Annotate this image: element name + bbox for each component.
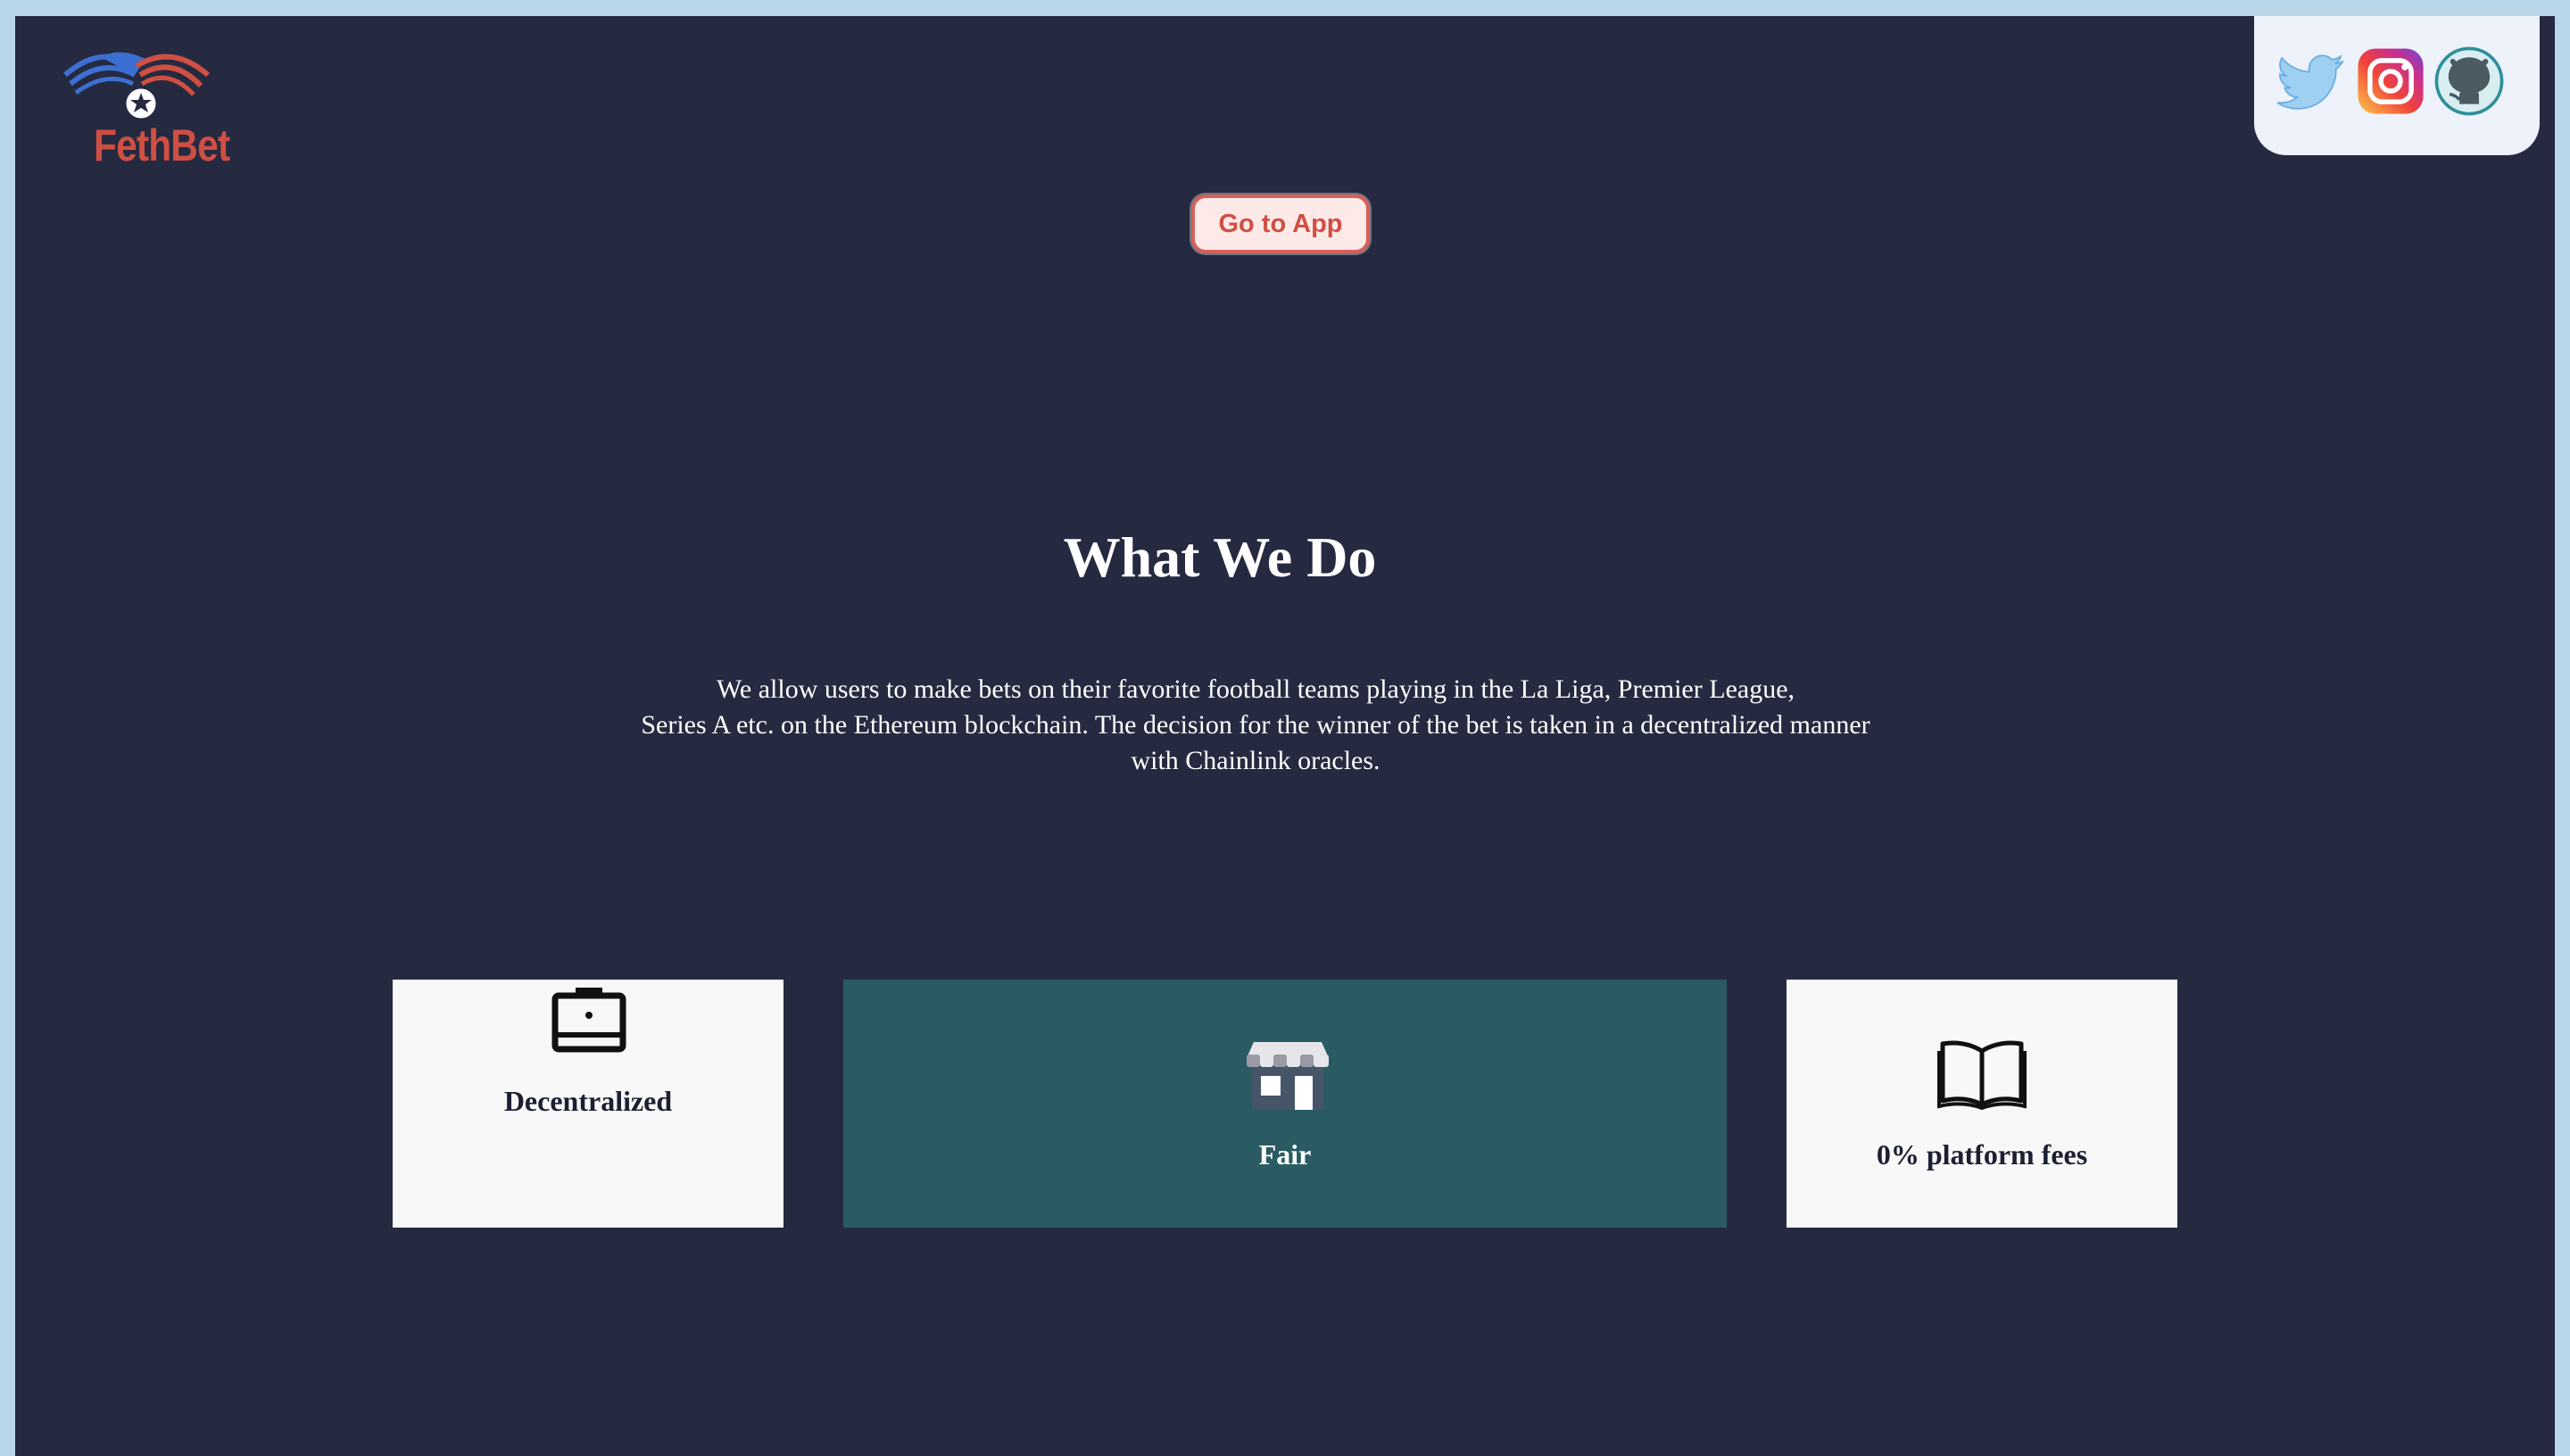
feature-label: Decentralized bbox=[503, 1085, 673, 1117]
section-description: We allow users to make bets on their fav… bbox=[568, 672, 1943, 779]
instagram-icon bbox=[2358, 48, 2424, 114]
storefront-icon bbox=[1247, 1042, 1329, 1110]
open-book-icon bbox=[1937, 1040, 2027, 1110]
feature-label: Fair bbox=[1258, 1138, 1312, 1171]
github-icon bbox=[2434, 46, 2504, 116]
feature-card-fair: Fair bbox=[843, 980, 1727, 1228]
description-line: We allow users to make bets on their fav… bbox=[716, 674, 1795, 704]
feature-label: 0% platform fees bbox=[1876, 1138, 2088, 1171]
feature-card-fees: 0% platform fees bbox=[1787, 980, 2177, 1228]
twitter-link[interactable] bbox=[2277, 46, 2347, 116]
github-link[interactable] bbox=[2434, 46, 2504, 116]
section-title: What We Do bbox=[1063, 525, 1377, 589]
twitter-icon bbox=[2277, 54, 2344, 110]
brand-name: FethBet bbox=[94, 120, 230, 170]
landing-page: FethBet Go to App What We Do We allow us… bbox=[15, 16, 2555, 1456]
laptop-icon bbox=[551, 988, 626, 1053]
eagle-star-logo-icon bbox=[63, 52, 210, 121]
go-to-app-button[interactable]: Go to App bbox=[1191, 194, 1370, 253]
social-links-panel bbox=[2254, 16, 2540, 155]
feature-card-decentralized: Decentralized bbox=[393, 980, 783, 1228]
description-line: Series A etc. on the Ethereum blockchain… bbox=[641, 710, 1870, 740]
description-line: with Chainlink oracles. bbox=[1131, 746, 1380, 775]
instagram-link[interactable] bbox=[2356, 46, 2425, 116]
brand-logo[interactable]: FethBet bbox=[47, 39, 230, 173]
